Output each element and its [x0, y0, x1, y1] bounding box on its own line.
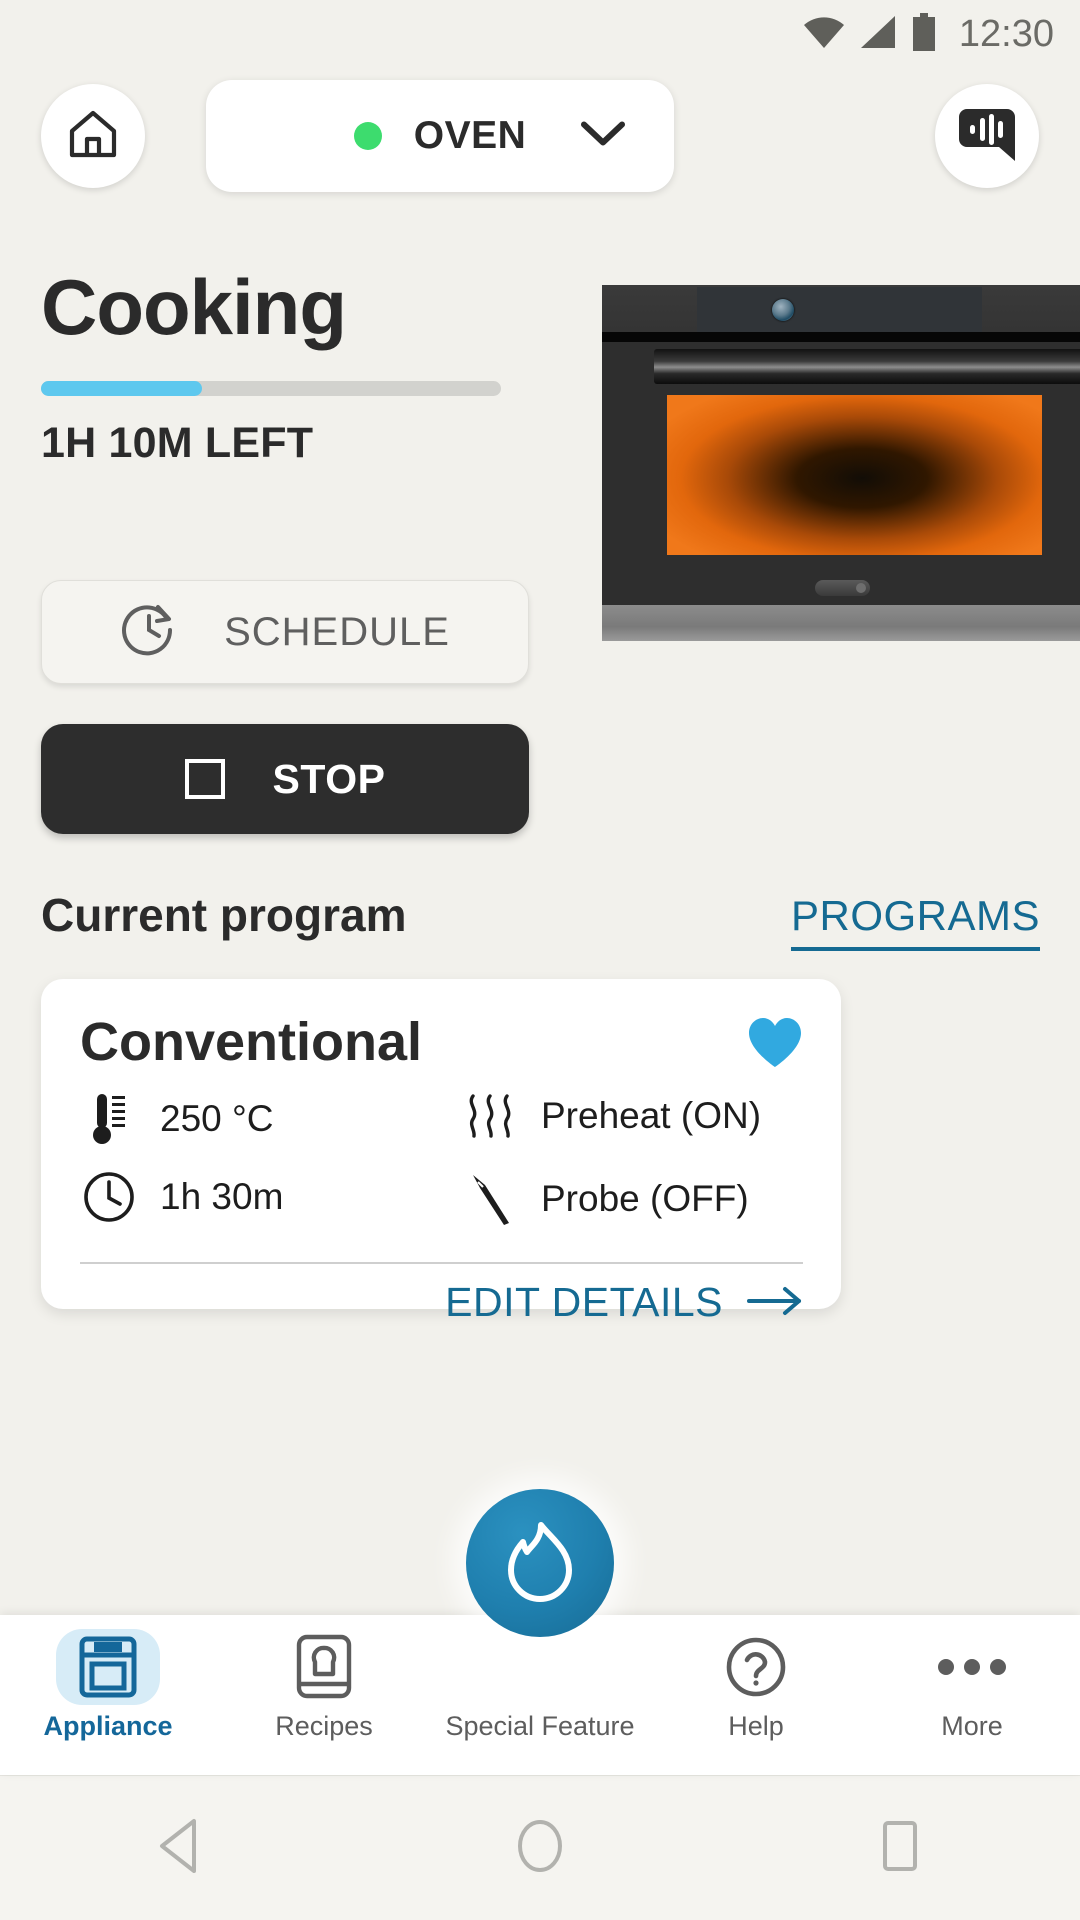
voice-assistant-icon	[957, 105, 1017, 168]
appliance-image	[602, 285, 1080, 641]
home-button[interactable]	[41, 84, 145, 188]
spec-temperature: 250 °C	[80, 1092, 274, 1146]
clock-refresh-icon	[120, 601, 178, 664]
current-program-heading: Current program	[41, 889, 407, 941]
android-navigation-bar	[0, 1775, 1080, 1920]
meat-probe-icon	[461, 1171, 519, 1227]
oven-door-grip	[815, 580, 870, 596]
question-circle-icon	[725, 1629, 787, 1705]
nav-item-recipes[interactable]: Recipes	[216, 1615, 432, 1742]
nav-label-special-feature: Special Feature	[445, 1711, 635, 1741]
program-name: Conventional	[80, 1012, 423, 1072]
cookbook-icon	[295, 1629, 353, 1705]
oven-knob-icon	[772, 299, 794, 321]
program-card[interactable]: Conventional 250 °C Preheat (ON) 1h 30m …	[41, 979, 841, 1325]
stop-square-icon	[184, 759, 225, 799]
schedule-button[interactable]: SCHEDULE	[41, 580, 529, 684]
heart-icon	[747, 1018, 803, 1073]
edit-details-link[interactable]: EDIT DETAILS	[445, 1279, 803, 1326]
nav-item-help[interactable]: Help	[648, 1615, 864, 1742]
card-divider	[80, 1262, 803, 1264]
spec-probe-value: Probe (OFF)	[541, 1178, 749, 1219]
spec-probe: Probe (OFF)	[461, 1171, 749, 1227]
voice-assistant-button[interactable]	[935, 84, 1039, 188]
device-name-label: OVEN	[413, 114, 527, 157]
status-bar-clock: 12:30	[958, 12, 1054, 55]
back-triangle-icon	[152, 1816, 208, 1881]
cellular-signal-icon	[859, 15, 897, 54]
clock-icon	[80, 1171, 138, 1223]
bottom-navigation: Appliance Recipes Special Feature Help M…	[0, 1615, 1080, 1775]
oven-door-handle	[654, 349, 1080, 384]
oven-glowing-window	[667, 395, 1042, 555]
time-remaining-label: 1H 10M LEFT	[41, 419, 314, 467]
recents-square-icon	[874, 1817, 926, 1880]
oven-panel-gap	[602, 332, 1080, 342]
ellipsis-icon	[937, 1629, 1007, 1705]
spec-preheat-value: Preheat (ON)	[541, 1095, 762, 1136]
nav-label-recipes: Recipes	[275, 1711, 373, 1741]
schedule-button-label: SCHEDULE	[224, 609, 450, 654]
device-status-dot	[353, 122, 382, 150]
page-title: Cooking	[41, 263, 347, 351]
home-circle-icon	[512, 1816, 568, 1881]
special-feature-fab[interactable]	[466, 1489, 614, 1637]
battery-icon	[911, 12, 937, 56]
flame-icon	[505, 1520, 575, 1607]
app-header: OVEN	[0, 80, 1080, 192]
nav-label-more: More	[941, 1711, 1003, 1741]
status-bar: 12:30	[0, 0, 1080, 68]
wifi-icon	[803, 15, 845, 54]
android-back-button[interactable]	[120, 1788, 240, 1908]
android-recents-button[interactable]	[840, 1788, 960, 1908]
chevron-down-icon[interactable]	[579, 119, 627, 154]
nav-item-more[interactable]: More	[864, 1615, 1080, 1742]
android-home-button[interactable]	[480, 1788, 600, 1908]
cooking-progress-fill	[41, 381, 202, 396]
oven-panel-display	[697, 287, 982, 332]
arrow-right-icon	[747, 1279, 803, 1326]
edit-details-label: EDIT DETAILS	[445, 1279, 723, 1325]
thermometer-icon	[80, 1092, 138, 1146]
nav-item-appliance[interactable]: Appliance	[0, 1615, 216, 1742]
programs-link[interactable]: PROGRAMS	[790, 892, 1040, 951]
spec-duration-value: 1h 30m	[160, 1176, 284, 1217]
oven-icon	[56, 1629, 160, 1705]
home-icon	[65, 106, 121, 167]
stop-button[interactable]: STOP	[41, 724, 529, 834]
device-selector[interactable]: OVEN	[206, 80, 674, 192]
oven-base	[602, 605, 1080, 641]
nav-label-help: Help	[728, 1711, 784, 1741]
favorite-button[interactable]	[747, 1017, 803, 1074]
nav-label-appliance: Appliance	[43, 1711, 173, 1741]
cooking-progress-bar	[41, 381, 501, 396]
stop-button-label: STOP	[272, 755, 386, 802]
preheat-steam-icon	[461, 1092, 519, 1140]
spec-temperature-value: 250 °C	[160, 1098, 274, 1139]
spec-duration: 1h 30m	[80, 1171, 283, 1223]
spec-preheat: Preheat (ON)	[461, 1092, 761, 1140]
